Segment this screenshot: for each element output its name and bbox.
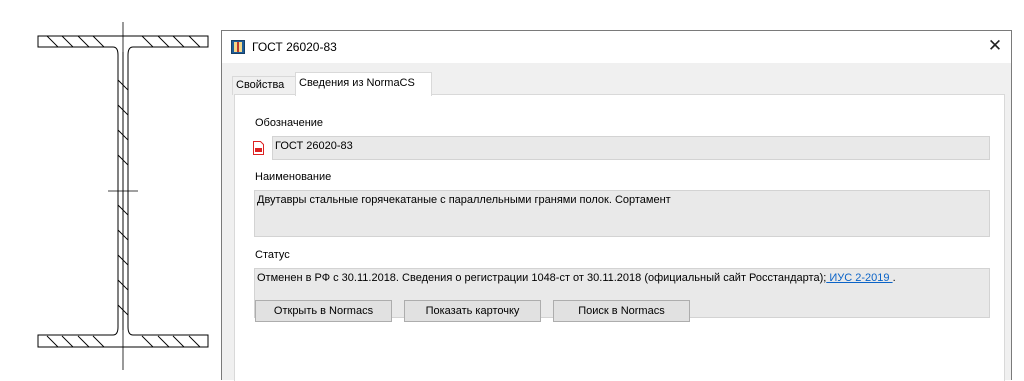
name-label: Наименование <box>255 171 332 183</box>
tab-properties[interactable]: Свойства <box>232 76 296 95</box>
close-button[interactable]: ✕ <box>979 31 1011 63</box>
ius-link[interactable]: ИУС 2-2019 <box>826 272 892 284</box>
status-label: Статус <box>255 249 290 261</box>
tab-normacs-info[interactable]: Сведения из NormaCS <box>295 72 432 96</box>
properties-dialog: ГОСТ 26020-83 ✕ Свойства Сведения из Nor… <box>221 30 1012 381</box>
book-icon <box>231 40 245 54</box>
tab-panel: Обозначение ГОСТ 26020-83 Наименование Д… <box>234 94 1005 381</box>
window-title: ГОСТ 26020-83 <box>252 40 337 54</box>
status-suffix: . <box>892 272 896 284</box>
designation-label: Обозначение <box>255 117 324 129</box>
search-normacs-button[interactable]: Поиск в Normacs <box>553 300 690 322</box>
pdf-document-icon[interactable] <box>253 141 264 155</box>
status-text: Отменен в РФ с 30.11.2018. Сведения о ре… <box>257 272 827 284</box>
designation-field[interactable]: ГОСТ 26020-83 <box>272 136 990 160</box>
open-in-normacs-button[interactable]: Открыть в Normacs <box>255 300 392 322</box>
name-field[interactable]: Двутавры стальные горячекатаные с паралл… <box>254 190 990 237</box>
show-card-button[interactable]: Показать карточку <box>404 300 541 322</box>
i-beam-section-drawing <box>37 22 209 370</box>
title-bar: ГОСТ 26020-83 ✕ <box>222 31 1011 63</box>
